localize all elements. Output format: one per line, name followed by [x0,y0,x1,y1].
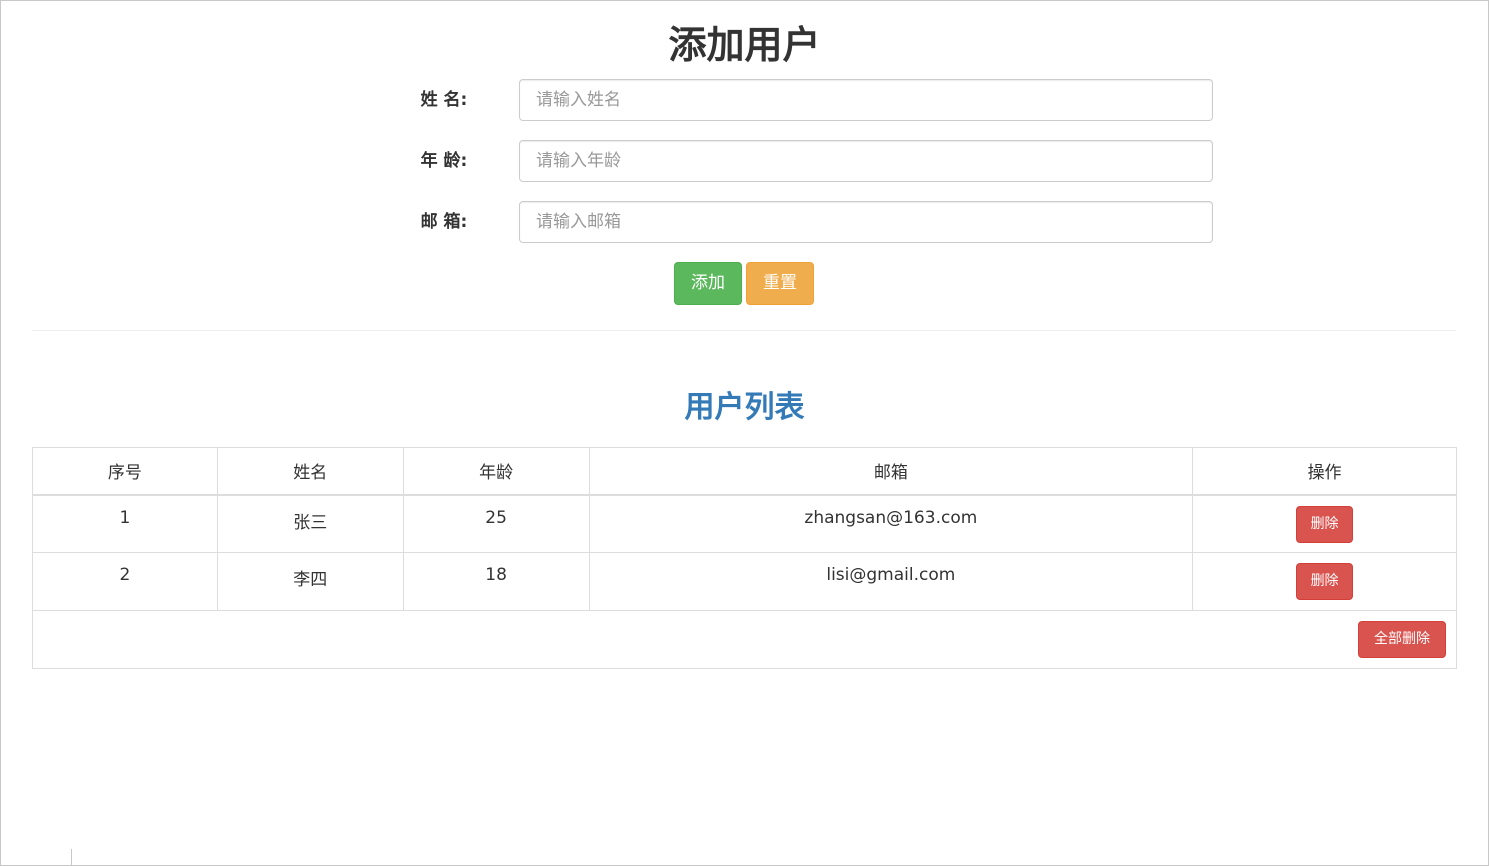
window-frame [0,0,1489,866]
table-footer-row: 全部删除 [32,610,1457,669]
frame-tick-mark [71,849,72,866]
table-header-row: 序号 姓名 年龄 邮箱 操作 [32,447,1457,496]
email-input[interactable] [519,201,1213,243]
cell-action: 删除 [1192,552,1457,611]
age-label: 年 龄: [420,151,468,171]
user-table: 序号 姓名 年龄 邮箱 操作 1 张三 25 zhangsan@163.com … [32,447,1457,669]
cell-index: 1 [32,494,218,553]
cell-age: 25 [402,494,590,553]
table-row: 2 李四 18 lisi@gmail.com 删除 [32,552,1457,611]
add-user-title: 添加用户 [668,23,821,67]
cell-index: 2 [32,552,218,611]
section-divider [32,330,1456,331]
header-email: 邮箱 [588,447,1194,496]
cell-email: zhangsan@163.com [588,494,1194,553]
header-action: 操作 [1192,447,1457,496]
table-row: 1 张三 25 zhangsan@163.com 删除 [32,494,1457,553]
cell-action: 删除 [1192,494,1457,553]
reset-button[interactable]: 重置 [746,262,814,305]
name-label: 姓 名: [420,90,468,110]
delete-all-button[interactable]: 全部删除 [1358,621,1446,658]
footer-cell: 全部删除 [32,610,1457,669]
name-input[interactable] [519,79,1213,121]
header-age: 年龄 [402,447,590,496]
cell-email: lisi@gmail.com [588,552,1194,611]
cell-name: 李四 [216,552,404,611]
email-label: 邮 箱: [420,212,468,232]
delete-row-button[interactable]: 删除 [1296,563,1354,600]
header-index: 序号 [32,447,218,496]
add-button[interactable]: 添加 [674,262,742,305]
delete-row-button[interactable]: 删除 [1296,505,1354,543]
age-input[interactable] [519,140,1213,182]
user-list-title: 用户列表 [684,390,805,425]
cell-name: 张三 [216,494,404,553]
cell-age: 18 [402,552,590,611]
header-name: 姓名 [216,447,404,496]
